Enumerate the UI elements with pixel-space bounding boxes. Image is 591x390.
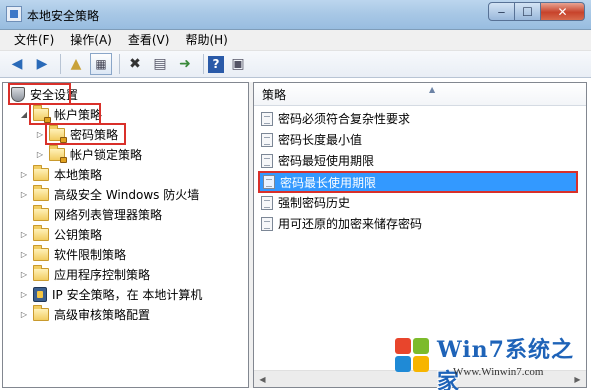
policy-document-icon	[263, 175, 275, 189]
scroll-left-icon[interactable]: ◀	[254, 371, 271, 387]
tree-label: 应用程序控制策略	[54, 268, 151, 282]
menu-bar: 文件(F) 操作(A) 查看(V) 帮助(H)	[0, 30, 591, 51]
tree-label: 高级安全 Windows 防火墙	[54, 188, 200, 202]
title-bar: 本地安全策略 ‒ ☐ ✕	[0, 0, 591, 30]
expand-arrow-icon[interactable]: ▷	[19, 250, 29, 260]
ip-security-icon	[33, 287, 47, 302]
list-item[interactable]: 密码长度最小值	[258, 130, 578, 149]
menu-view[interactable]: 查看(V)	[120, 30, 178, 50]
tree-item-firewall[interactable]: ▷ 高级安全 Windows 防火墙	[19, 185, 199, 204]
menu-action[interactable]: 操作(A)	[62, 30, 120, 50]
column-header-label: 策略	[262, 87, 287, 102]
folder-icon	[33, 165, 49, 181]
folder-icon	[33, 225, 49, 241]
list-item-label: 密码长度最小值	[278, 133, 363, 147]
tree-label: 软件限制策略	[54, 248, 127, 262]
tree-pane: 安全设置 ◢ 帐户策略 ▷ 密码策略 ▷ 帐户锁定策略 ▷ 本地策略 ▷ 高级安…	[2, 82, 249, 388]
list-item-label: 用可还原的加密来储存密码	[278, 217, 423, 231]
list-item-label: 密码最长使用期限	[280, 175, 377, 190]
close-button[interactable]: ✕	[541, 2, 585, 21]
tree-item-lockout-policy[interactable]: ▷ 帐户锁定策略	[35, 145, 142, 164]
help-icon[interactable]: ?	[208, 55, 224, 73]
tree-item-software-restriction[interactable]: ▷ 软件限制策略	[19, 245, 126, 264]
collapse-arrow-icon[interactable]: ◢	[19, 110, 29, 120]
toolbar-separator	[119, 54, 120, 74]
menu-help[interactable]: 帮助(H)	[177, 30, 235, 50]
expand-arrow-icon[interactable]: ▷	[19, 190, 29, 200]
list-item[interactable]: 用可还原的加密来储存密码	[258, 214, 578, 233]
folder-icon	[33, 185, 49, 201]
highlight-account-policy	[29, 103, 101, 125]
tree-label: 帐户锁定策略	[70, 148, 143, 162]
sort-ascending-icon: ▲	[429, 85, 436, 94]
delete-icon[interactable]: ✖	[124, 53, 146, 75]
highlight-security-settings	[8, 83, 71, 105]
expand-arrow-icon[interactable]: ▷	[19, 230, 29, 240]
policy-document-icon	[261, 132, 273, 147]
window-title: 本地安全策略	[27, 9, 100, 23]
watermark: Win7系统之家 Www.Winwin7.com	[395, 330, 587, 390]
expand-arrow-icon[interactable]: ▷	[35, 150, 45, 160]
window-controls: ‒ ☐ ✕	[488, 2, 585, 22]
toolbar-separator	[60, 54, 61, 74]
tree-item-public-key[interactable]: ▷ 公钥策略	[19, 225, 102, 244]
tree-item-ip-security[interactable]: ▷ IP 安全策略，在 本地计算机	[19, 285, 202, 304]
list-item[interactable]: 密码最短使用期限	[258, 151, 578, 170]
app-icon	[6, 6, 22, 22]
watermark-url: Www.Winwin7.com	[453, 366, 544, 378]
export-list-icon[interactable]: ➜	[174, 53, 196, 75]
windows-logo-icon	[395, 338, 431, 374]
minimize-button[interactable]: ‒	[488, 2, 515, 21]
expand-arrow-icon[interactable]: ▷	[35, 130, 45, 140]
folder-icon	[33, 305, 49, 321]
watermark-text: Win7系统之家	[437, 337, 574, 390]
tree-label: 网络列表管理器策略	[54, 208, 163, 222]
list-item[interactable]: 密码必须符合复杂性要求	[258, 109, 578, 128]
list-item-label: 强制密码历史	[278, 196, 351, 210]
tree-label: 高级审核策略配置	[54, 308, 151, 322]
policy-document-icon	[261, 195, 273, 210]
column-header-policy[interactable]: 策略 ▲	[254, 83, 586, 106]
tree-item-local-policy[interactable]: ▷ 本地策略	[19, 165, 102, 184]
expand-arrow-icon[interactable]: ▷	[19, 270, 29, 280]
folder-icon	[33, 245, 49, 261]
policy-document-icon	[261, 111, 273, 126]
show-hide-tree-icon[interactable]: ▦	[90, 53, 112, 75]
no-expander	[19, 210, 29, 220]
folder-icon	[33, 205, 49, 221]
up-folder-icon[interactable]: ▲	[65, 53, 87, 75]
list-item[interactable]: 强制密码历史	[258, 193, 578, 212]
tree-label: 公钥策略	[54, 228, 103, 242]
tree-label: 本地策略	[54, 168, 103, 182]
tree-item-advanced-audit[interactable]: ▷ 高级审核策略配置	[19, 305, 150, 324]
list-item-label: 密码最短使用期限	[278, 154, 375, 168]
folder-lock-icon	[49, 145, 67, 163]
forward-arrow-icon[interactable]: ▶	[31, 53, 53, 75]
list-item-label: 密码必须符合复杂性要求	[278, 112, 411, 126]
expand-arrow-icon[interactable]: ▷	[19, 170, 29, 180]
list-item-selected[interactable]: 密码最长使用期限	[258, 171, 578, 193]
highlight-password-policy	[45, 123, 126, 145]
tree-label: IP 安全策略，在 本地计算机	[52, 288, 203, 302]
maximize-button[interactable]: ☐	[515, 2, 541, 21]
tree-item-network-list[interactable]: 网络列表管理器策略	[19, 205, 162, 224]
menu-file[interactable]: 文件(F)	[6, 30, 62, 50]
tree-item-app-control[interactable]: ▷ 应用程序控制策略	[19, 265, 150, 284]
expand-arrow-icon[interactable]: ▷	[19, 310, 29, 320]
expand-arrow-icon[interactable]: ▷	[19, 290, 29, 300]
console-tree-icon[interactable]: ▣	[227, 53, 249, 75]
back-arrow-icon[interactable]: ◀	[6, 53, 28, 75]
policy-document-icon	[261, 216, 273, 231]
policy-document-icon	[261, 153, 273, 168]
toolbar-separator	[203, 54, 204, 74]
folder-icon	[33, 265, 49, 281]
properties-icon[interactable]: ▤	[149, 53, 171, 75]
toolbar: ◀ ▶ ▲ ▦ ✖ ▤ ➜ ? ▣	[0, 51, 591, 78]
